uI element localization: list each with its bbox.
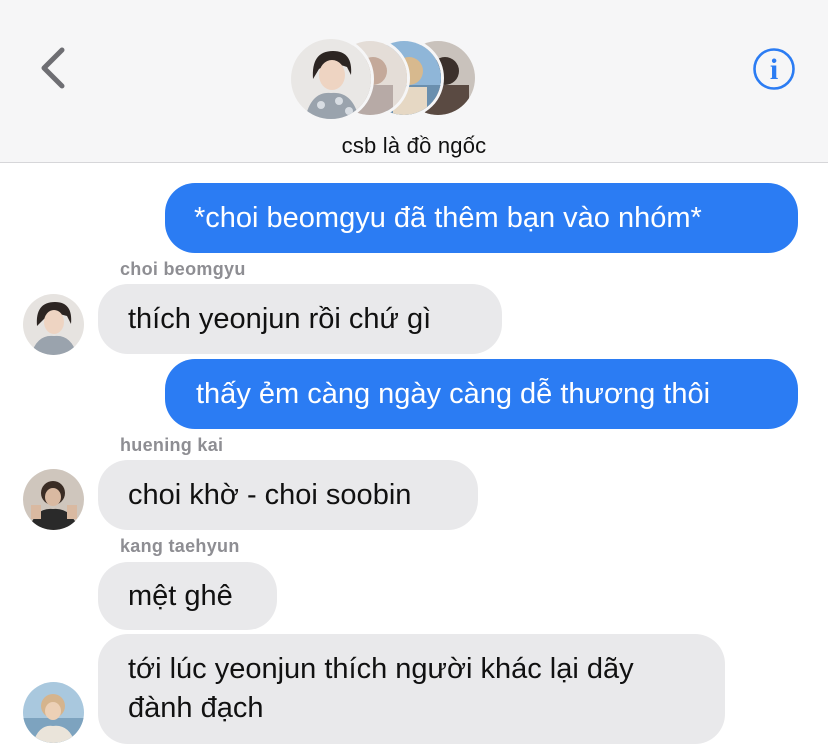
info-icon[interactable]: i: [752, 47, 796, 91]
group-avatar-1: [288, 36, 374, 122]
outgoing-message[interactable]: thấy ẻm càng ngày càng dễ thương thôi: [165, 359, 798, 429]
message-text: choi khờ - choi soobin: [128, 479, 412, 511]
message-thread: *choi beomgyu đã thêm bạn vào nhóm* choi…: [0, 163, 828, 748]
message-text: thấy ẻm càng ngày càng dễ thương thôi: [196, 378, 711, 410]
message-text: thích yeonjun rồi chứ gì: [128, 303, 432, 335]
sender-name: kang taehyun: [120, 536, 240, 556]
conversation-header: i csb là đồ ngốc: [0, 0, 828, 163]
group-title[interactable]: csb là đồ ngốc: [0, 133, 828, 159]
message-text: *choi beomgyu đã thêm bạn vào nhóm*: [194, 202, 702, 234]
message-text-line: tới lúc yeonjun thích người khác lại dãy: [128, 653, 634, 685]
message-text-line: đành đạch: [128, 692, 264, 724]
message-text: mệt ghê: [128, 580, 233, 612]
outgoing-message[interactable]: *choi beomgyu đã thêm bạn vào nhóm*: [165, 183, 798, 253]
incoming-message[interactable]: choi khờ - choi soobin: [98, 460, 478, 530]
back-chevron-icon[interactable]: [34, 44, 74, 92]
sender-name: choi beomgyu: [120, 259, 246, 279]
incoming-message[interactable]: tới lúc yeonjun thích người khác lại dãy…: [98, 634, 725, 744]
group-avatars[interactable]: [288, 36, 488, 122]
avatar[interactable]: [23, 294, 84, 355]
incoming-message[interactable]: mệt ghê: [98, 562, 277, 630]
avatar[interactable]: [23, 469, 84, 530]
avatar[interactable]: [23, 682, 84, 743]
sender-name: huening kai: [120, 435, 224, 455]
svg-text:i: i: [770, 53, 778, 86]
incoming-message[interactable]: thích yeonjun rồi chứ gì: [98, 284, 502, 354]
